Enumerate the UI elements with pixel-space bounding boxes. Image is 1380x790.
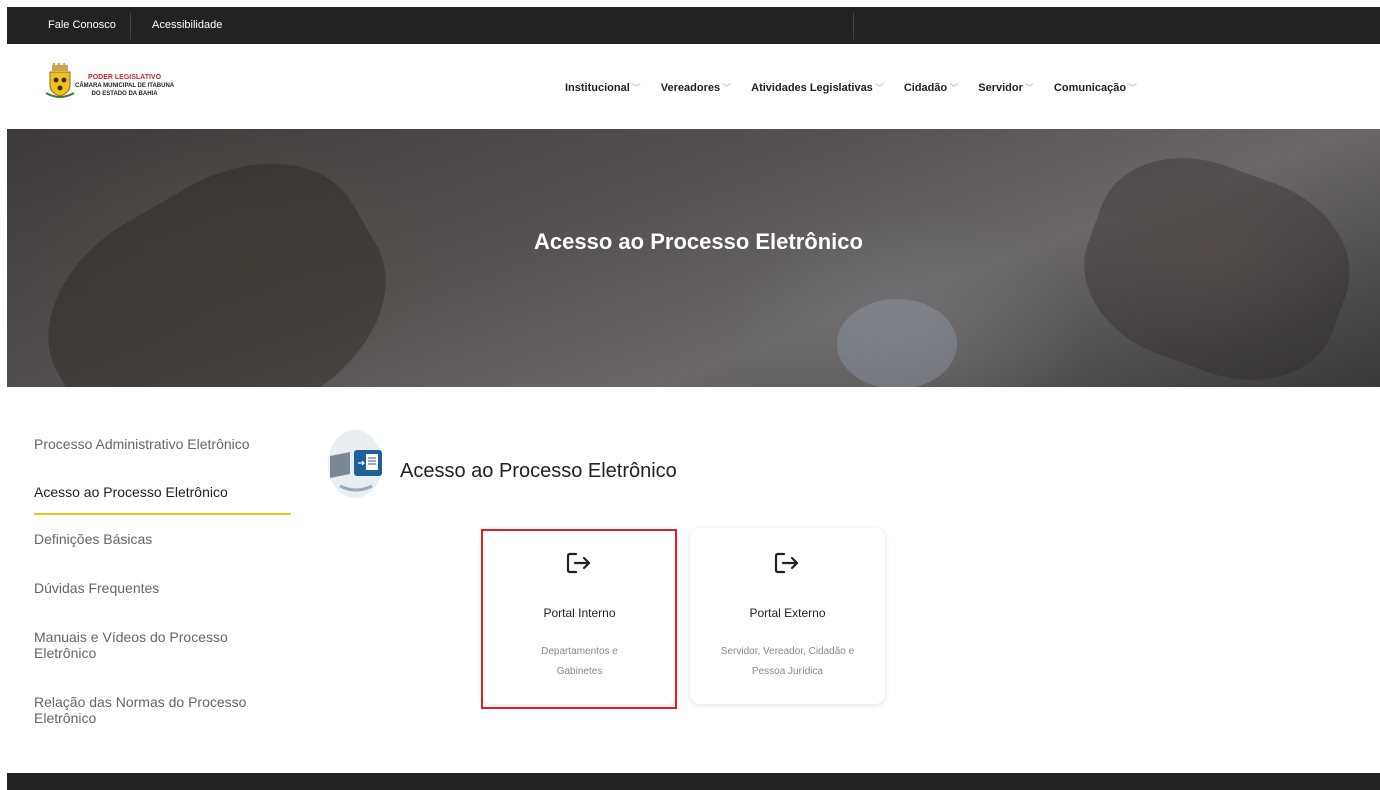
sidebar-item-acesso-processo[interactable]: Acesso ao Processo Eletrônico <box>34 484 291 500</box>
banner-decoration <box>9 129 425 387</box>
sidebar-item-duvidas[interactable]: Dúvidas Frequentes <box>34 580 291 596</box>
section-title: Acesso ao Processo Eletrônico <box>400 460 677 482</box>
chevron-down-icon: ﹀ <box>1128 83 1138 93</box>
active-indicator <box>34 513 291 515</box>
main-nav: Institucional ﹀ Vereadores ﹀ Atividades Le… <box>565 81 1157 94</box>
logo-line-3: DO ESTADO DA BAHIA <box>91 91 158 97</box>
banner-decoration <box>837 299 957 387</box>
chevron-down-icon: ﹀ <box>722 83 732 93</box>
sidebar-item-definicoes[interactable]: Definições Básicas <box>34 531 291 547</box>
logo-line-2: CÂMARA MUNICIPAL DE ITABUNA <box>75 83 175 89</box>
card-desc-line: Gabinetes <box>556 666 603 677</box>
nav-item-comunicacao[interactable]: Comunicação ﹀ <box>1054 81 1137 94</box>
banner-decoration <box>1060 130 1374 387</box>
chevron-down-icon: ﹀ <box>1024 83 1034 93</box>
nav-item-label: Comunicação <box>1053 82 1127 94</box>
card-desc-line: Servidor, Vereador, Cidadão e <box>720 646 855 657</box>
nav-item-label: Vereadores <box>660 82 721 94</box>
logout-icon <box>566 552 591 574</box>
card-description: Servidor, Vereador, Cidadão e Pessoa Jur… <box>700 642 875 682</box>
sidebar-item-processo-administrativo[interactable]: Processo Administrativo Eletrônico <box>34 436 291 452</box>
nav-item-institucional[interactable]: Institucional ﹀ <box>565 81 641 94</box>
divider <box>130 13 131 39</box>
site-header: PODER LEGISLATIVO CÂMARA MUNICIPAL DE IT… <box>7 44 1380 129</box>
logo-line-1: PODER LEGISLATIVO <box>88 74 162 81</box>
chevron-down-icon: ﹀ <box>874 83 884 93</box>
footer-bar <box>7 773 1380 790</box>
logout-icon <box>774 552 799 574</box>
card-desc-line: Departamentos e <box>541 646 618 657</box>
card-title: Portal Interno <box>543 606 616 620</box>
nav-item-label: Atividades Legislativas <box>751 82 873 94</box>
nav-item-vereadores[interactable]: Vereadores ﹀ <box>661 81 731 94</box>
portal-externo-card[interactable]: Portal Externo Servidor, Vereador, Cidad… <box>690 528 885 704</box>
accessibility-link[interactable]: Acessibilidade <box>152 19 222 31</box>
sidebar-item-normas[interactable]: Relação das Normas do Processo Eletrônic… <box>34 694 254 726</box>
nav-item-label: Servidor <box>978 82 1023 94</box>
nav-item-label: Institucional <box>565 82 630 94</box>
coat-of-arms-icon <box>45 63 75 98</box>
chevron-down-icon: ﹀ <box>949 83 959 93</box>
nav-item-cidadao[interactable]: Cidadão ﹀ <box>904 81 958 94</box>
top-utility-bar: Fale Conosco Acessibilidade <box>7 7 1380 44</box>
portal-interno-card[interactable]: Portal Interno Departamentos e Gabinetes <box>482 528 677 704</box>
page-banner: Acesso ao Processo Eletrônico <box>7 129 1380 387</box>
banner-title: Acesso ao Processo Eletrônico <box>534 229 863 254</box>
nav-item-label: Cidadão <box>903 82 948 94</box>
nav-item-servidor[interactable]: Servidor ﹀ <box>978 81 1034 94</box>
divider <box>853 13 854 39</box>
card-description: Departamentos e Gabinetes <box>492 642 667 682</box>
card-title: Portal Externo <box>749 606 826 620</box>
document-transfer-icon <box>326 428 384 498</box>
chevron-down-icon: ﹀ <box>631 83 641 93</box>
nav-item-atividades[interactable]: Atividades Legislativas ﹀ <box>751 81 884 94</box>
card-desc-line: Pessoa Jurídica <box>751 666 824 677</box>
logo-text: PODER LEGISLATIVO CÂMARA MUNICIPAL DE IT… <box>75 74 174 98</box>
sidebar-item-manuais[interactable]: Manuais e Vídeos do Processo Eletrônico <box>34 629 254 661</box>
site-logo[interactable]: PODER LEGISLATIVO CÂMARA MUNICIPAL DE IT… <box>45 55 225 115</box>
contact-link[interactable]: Fale Conosco <box>48 19 116 31</box>
